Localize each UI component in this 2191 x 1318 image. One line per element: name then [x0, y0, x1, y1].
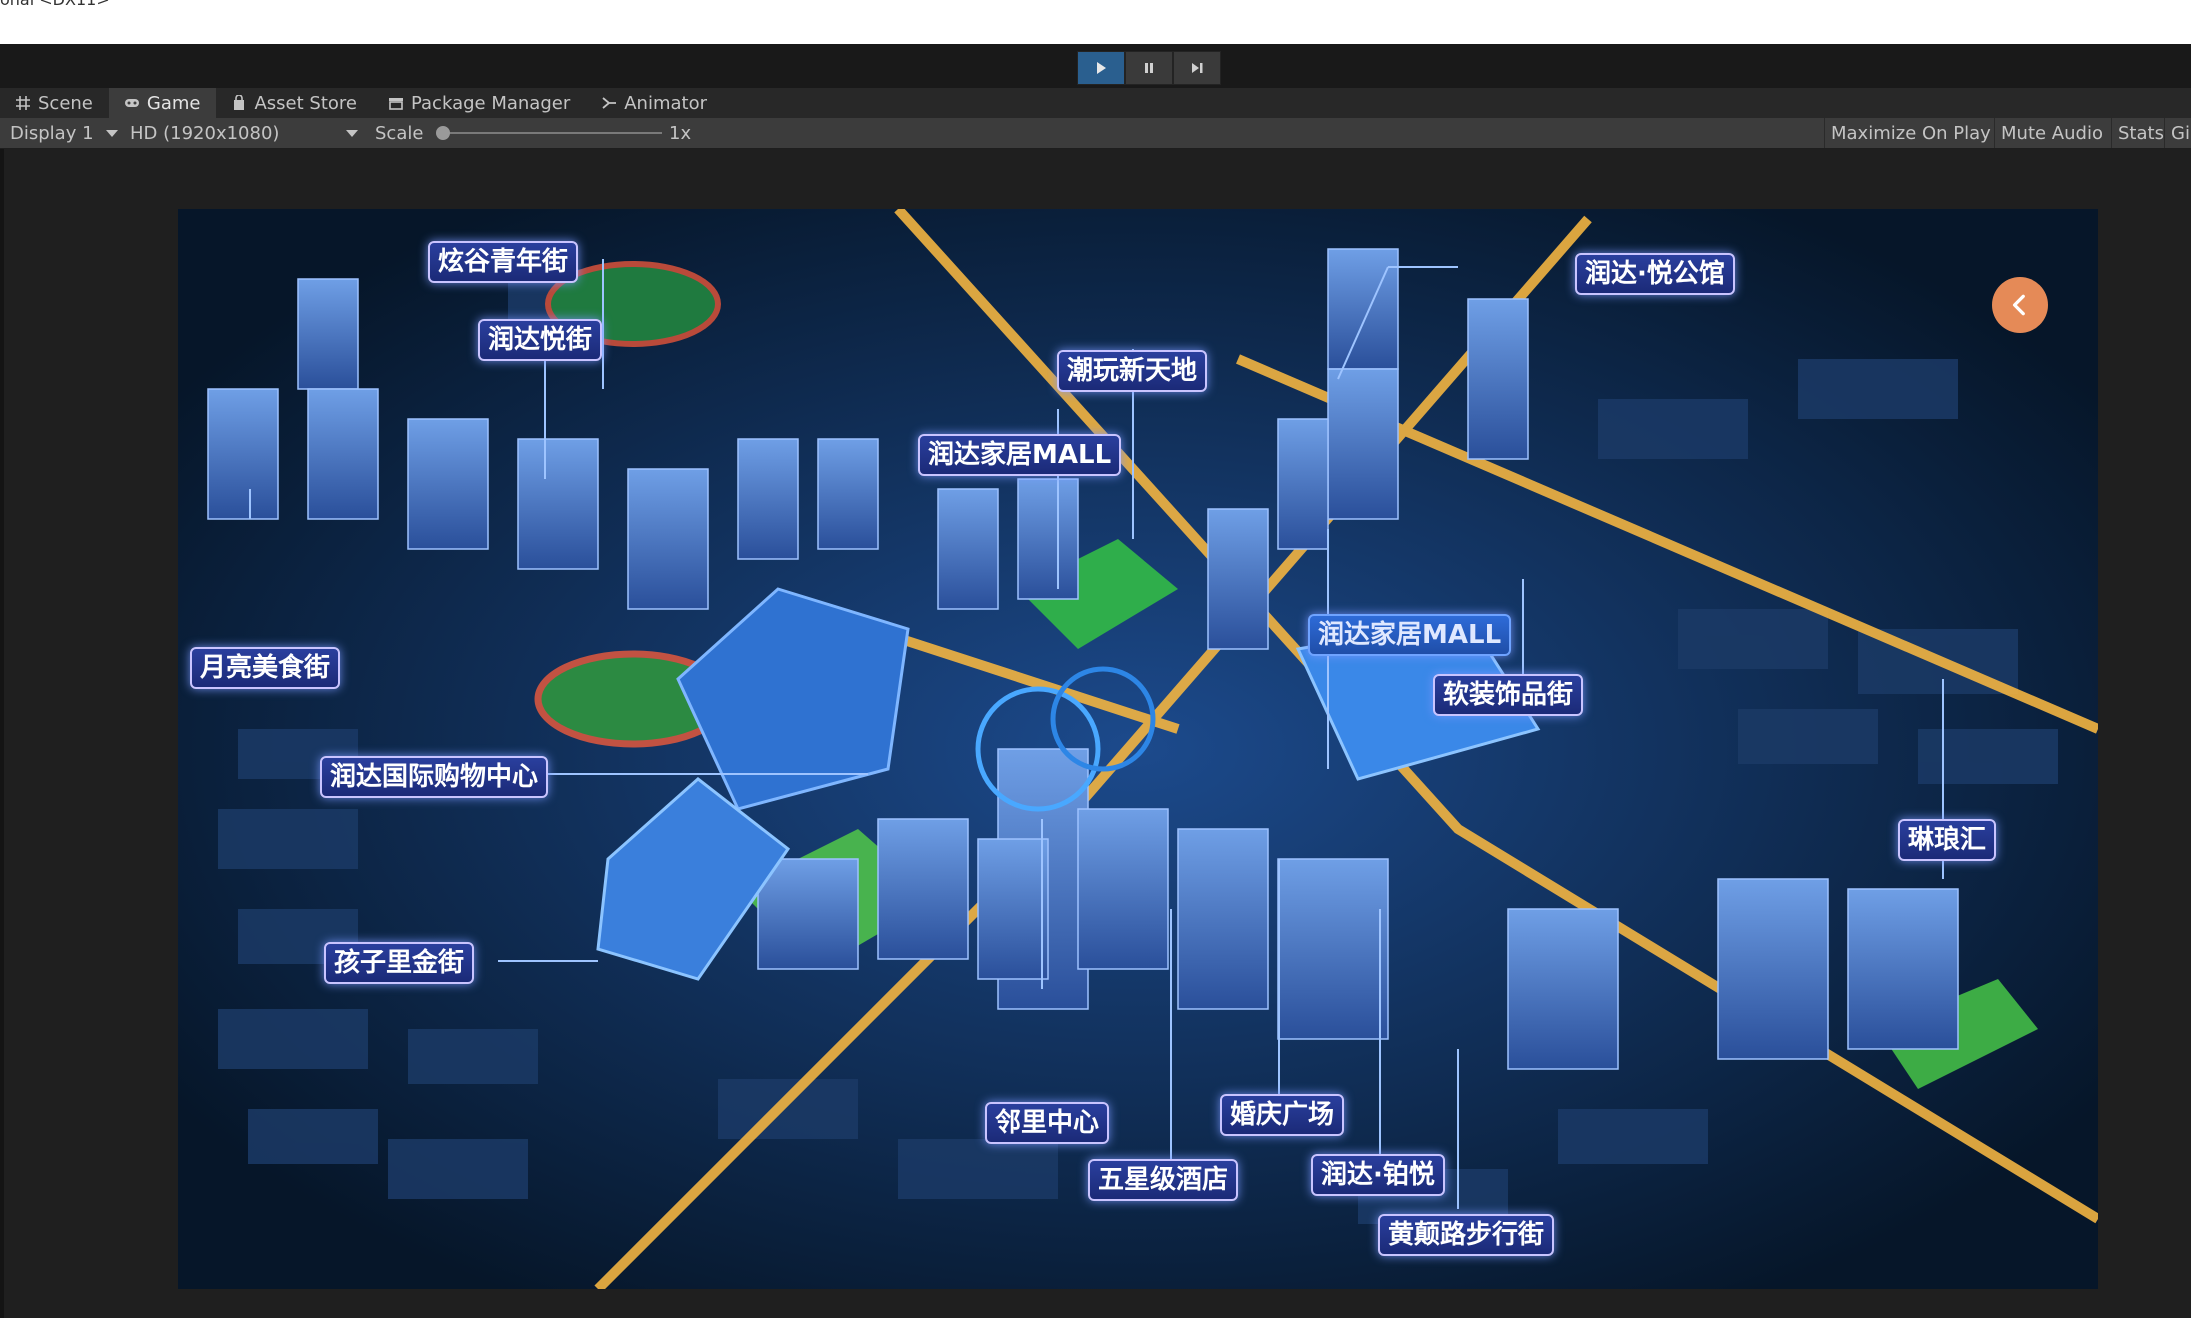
pause-button[interactable]	[1125, 51, 1173, 85]
label-five-star-hotel[interactable]: 五星级酒店	[1088, 1159, 1239, 1201]
label-yueliang-food-street[interactable]: 月亮美食街	[190, 647, 341, 689]
label-xuangu-youth-street[interactable]: 炫谷青年街	[428, 241, 579, 283]
tab-game[interactable]: Game	[108, 88, 217, 118]
tab-package-manager[interactable]: Package Manager	[373, 88, 586, 118]
mute-audio-label: Mute Audio	[2001, 122, 2103, 144]
tab-asset-store-label: Asset Store	[254, 92, 357, 114]
chevron-down-icon	[106, 130, 118, 137]
play-icon	[1097, 62, 1106, 74]
animator-icon	[600, 94, 618, 112]
maximize-on-play-label: Maximize On Play	[1831, 122, 1991, 144]
label-ruanzhuang-street[interactable]: 软装饰品街	[1433, 674, 1584, 716]
editor-tabbar: Scene Game Asset Store Package Manager A…	[0, 88, 2191, 118]
chevron-left-icon	[2012, 294, 2025, 316]
step-icon	[1192, 63, 1203, 73]
grid-icon	[14, 94, 32, 112]
panel-edge	[0, 149, 4, 1318]
display-dropdown-label: Display 1	[10, 122, 94, 144]
tab-animator[interactable]: Animator	[586, 88, 723, 118]
back-button[interactable]	[1992, 277, 2048, 333]
main-toolbar	[0, 44, 2191, 89]
game-render[interactable]: 炫谷青年街 润达悦街 润达·悦公馆 潮玩新天地 润达家居MALL 润达家居MAL…	[178, 209, 2098, 1289]
scale-label: Scale	[375, 122, 424, 144]
window-title: onal <DX11>	[0, 0, 110, 9]
package-icon	[387, 94, 405, 112]
resolution-dropdown[interactable]: HD (1920x1080)	[130, 118, 360, 148]
label-runda-yuejie[interactable]: 润达悦街	[478, 319, 603, 361]
scale-slider-handle[interactable]	[436, 126, 450, 140]
label-hunqing-plaza[interactable]: 婚庆广场	[1220, 1094, 1345, 1136]
tab-package-manager-label: Package Manager	[410, 92, 571, 114]
tab-game-label: Game	[146, 92, 201, 114]
label-haizili-street[interactable]: 孩子里金街	[324, 942, 475, 984]
stats-label: Stats	[2118, 122, 2164, 144]
tab-scene-label: Scene	[38, 92, 93, 114]
display-dropdown[interactable]: Display 1	[10, 118, 120, 148]
mute-audio-toggle[interactable]: Mute Audio	[1994, 118, 2109, 148]
window-titlebar: onal <DX11>	[0, 0, 2191, 44]
label-runda-mall-mid[interactable]: 润达家居MALL	[1308, 614, 1512, 656]
tab-asset-store[interactable]: Asset Store	[216, 88, 373, 118]
chevron-down-icon	[346, 130, 358, 137]
label-linlanghui[interactable]: 琳琅汇	[1898, 819, 1997, 861]
label-runda-yuegongguan[interactable]: 润达·悦公馆	[1575, 253, 1735, 295]
step-button[interactable]	[1173, 51, 1221, 85]
label-chaowan-xintiandi[interactable]: 潮玩新天地	[1057, 350, 1208, 392]
stats-toggle[interactable]: Stats	[2111, 118, 2170, 148]
maximize-on-play-toggle[interactable]: Maximize On Play	[1824, 118, 1997, 148]
tab-scene[interactable]: Scene	[0, 88, 109, 118]
gamepad-icon	[123, 94, 141, 112]
tab-animator-label: Animator	[624, 92, 707, 114]
play-button[interactable]	[1077, 51, 1125, 85]
game-view-toolbar: Display 1 HD (1920x1080) Scale 1x Maximi…	[0, 118, 2191, 149]
gizmos-toggle[interactable]: Gi	[2164, 118, 2191, 148]
resolution-dropdown-label: HD (1920x1080)	[130, 122, 280, 144]
label-linli-center[interactable]: 邻里中心	[985, 1102, 1110, 1144]
scale-slider-track[interactable]	[440, 132, 662, 134]
label-runda-shopping-center[interactable]: 润达国际购物中心	[320, 756, 549, 798]
scale-value: 1x	[669, 122, 692, 144]
label-runda-boyue[interactable]: 润达·铂悦	[1311, 1154, 1445, 1196]
play-controls	[1077, 51, 1221, 85]
pause-icon	[1145, 63, 1153, 73]
label-huangdian-pedestrian-street[interactable]: 黄颠路步行街	[1378, 1214, 1555, 1256]
gizmos-label: Gi	[2171, 122, 2190, 144]
label-runda-mall-top[interactable]: 润达家居MALL	[918, 434, 1122, 476]
bag-icon	[230, 94, 248, 112]
